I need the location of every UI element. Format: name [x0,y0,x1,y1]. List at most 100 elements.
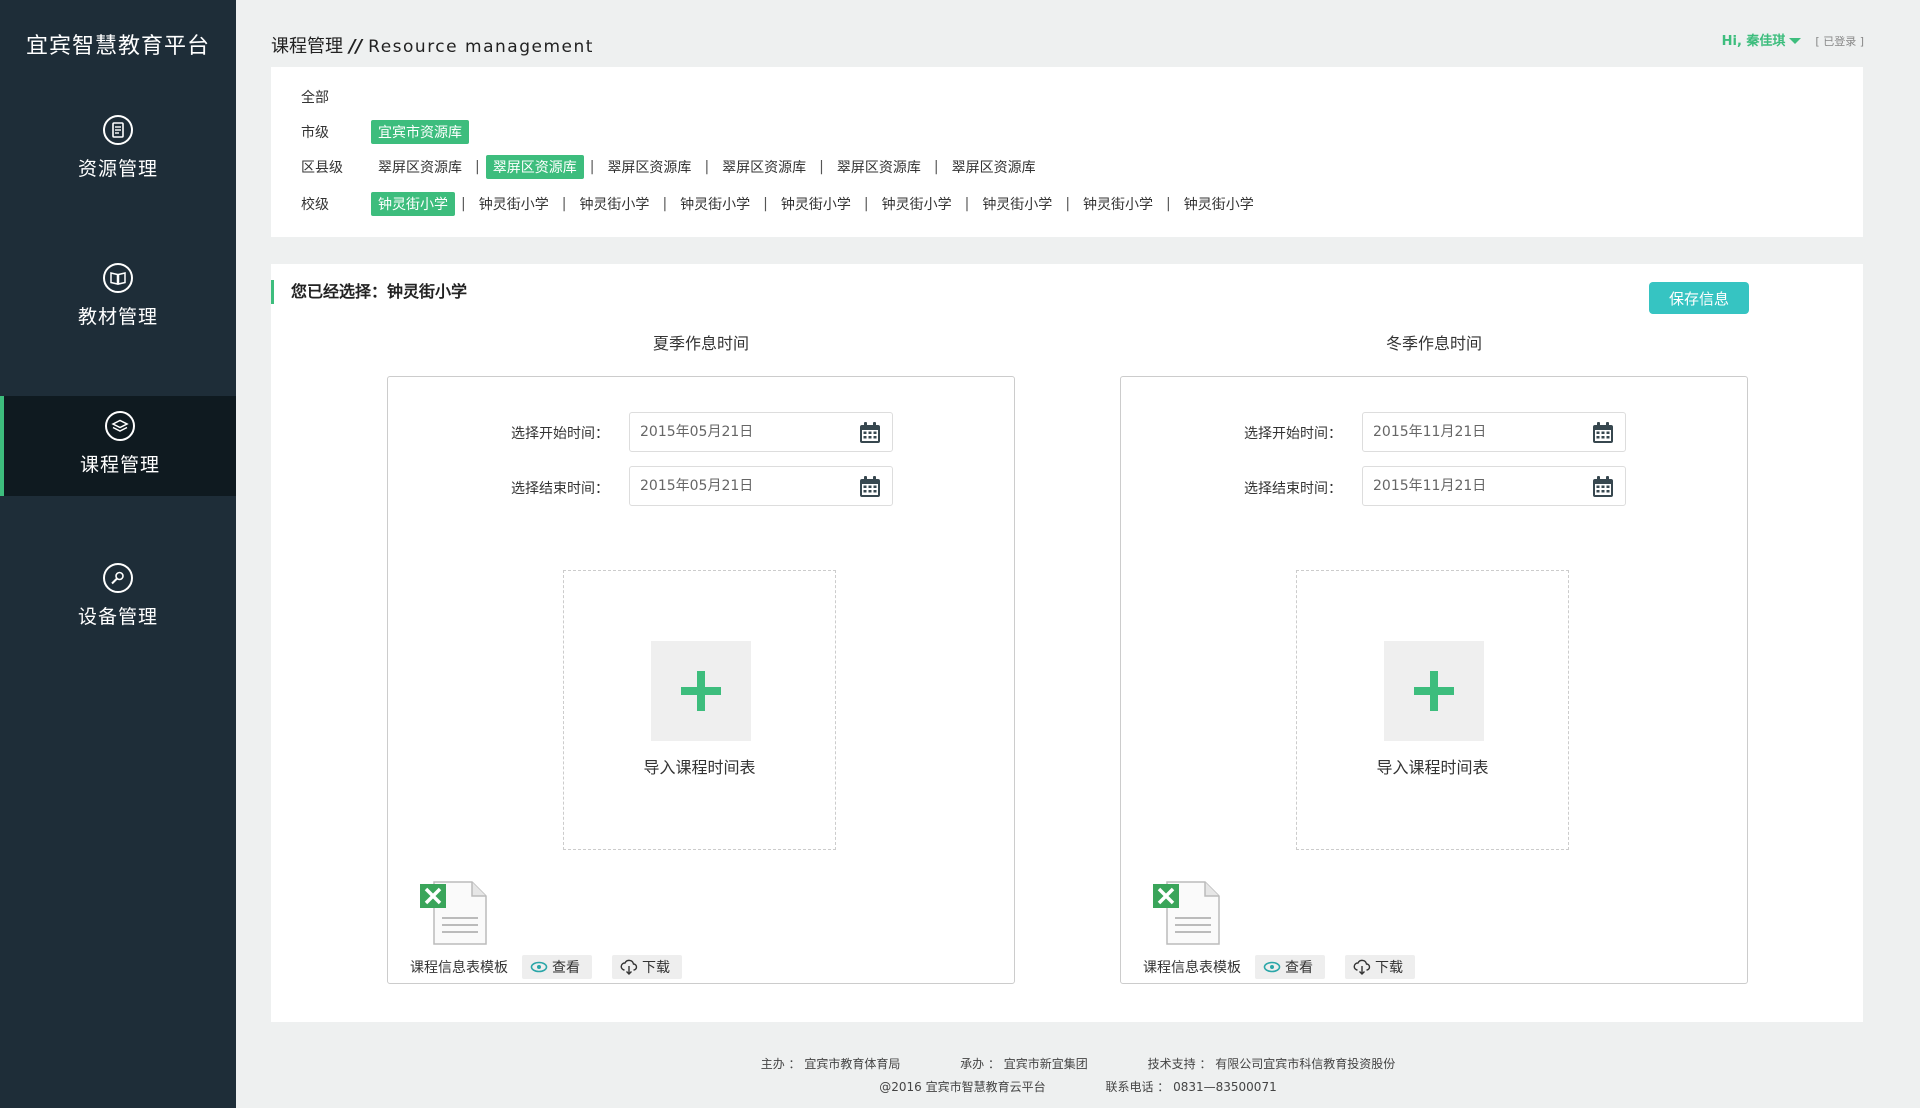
wrench-icon [103,563,133,593]
school-option[interactable]: 钟灵街小学 [1076,192,1160,216]
separator: | [1065,196,1071,212]
separator: | [461,196,466,212]
sidebar: 宜宾智慧教育平台 资源管理 教材管理 课程管理 设备管理 [0,0,236,1108]
calendar-icon[interactable] [858,421,882,445]
page-title-cn: 课程管理 [271,36,343,57]
filter-row-district: 区县级 翠屏区资源库 | 翠屏区资源库 | 翠屏区资源库 | 翠屏区资源库 | … [301,155,1043,179]
chevron-down-icon[interactable] [1789,38,1802,44]
summer-start-date-value: 2015年05月21日 [640,424,754,440]
winter-title: 冬季作息时间 [1385,334,1482,353]
summer-schedule-box: 选择开始时间： 2015年05月21日 选择结束时间： 2015年05月21日 [387,376,1015,984]
plus-icon[interactable] [651,641,751,741]
winter-start-label: 选择开始时间： [1244,426,1342,442]
winter-import-dropzone[interactable]: 导入课程时间表 [1296,570,1569,850]
summer-end-label: 选择结束时间： [511,481,609,497]
cloud-download-icon [1353,959,1371,975]
separator: | [933,159,939,175]
filter-panel: 全部 市级 宜宾市资源库 区县级 翠屏区资源库 | 翠屏区资源库 | 翠屏区资源… [271,67,1863,237]
template-name: 课程信息表模板 [1143,960,1241,976]
school-option[interactable]: 钟灵街小学 [1177,192,1261,216]
plus-icon[interactable] [1384,641,1484,741]
view-template-button[interactable]: 查看 [522,955,592,979]
layers-icon [105,411,135,441]
filter-all-label[interactable]: 全部 [301,87,371,107]
sidebar-item-course[interactable]: 课程管理 [0,396,236,496]
separator: | [964,196,970,212]
district-option-selected[interactable]: 翠屏区资源库 [485,155,584,179]
sidebar-item-label: 资源管理 [77,158,158,180]
footer-copyright: @2016 宜宾市智慧教育云平台 [879,1080,1046,1094]
summer-end-date-input[interactable]: 2015年05月21日 [629,466,893,506]
separator: | [561,196,567,212]
filter-district-label: 区县级 [301,160,343,176]
selected-school: 您已经选择：钟灵街小学 [271,280,467,304]
download-label: 下载 [1375,960,1403,976]
separator: | [1166,196,1171,212]
filter-row-all: 全部 [301,87,371,107]
excel-file-icon [1153,881,1220,945]
page-title-en: Resource management [368,37,594,57]
footer-host: 主办 ： 宜宾市教育体育局 [760,1057,901,1071]
school-option[interactable]: 钟灵街小学 [975,192,1059,216]
footer-phone: 联系电话 ： 0831—83500071 [1105,1080,1277,1094]
title-separator: // [349,36,363,57]
separator: | [589,159,595,175]
brand-logo-text: 宜宾智慧教育平台 [25,34,210,59]
winter-end-date-value: 2015年11月21日 [1373,478,1487,494]
winter-start-date-value: 2015年11月21日 [1373,424,1487,440]
footer-line-1: 主办 ： 宜宾市教育体育局 承办 ： 宜宾市新宜集团 技术支持 ： 有限公司宜宾… [236,1055,1920,1072]
sidebar-item-device[interactable]: 设备管理 [0,548,236,648]
calendar-icon[interactable] [1591,421,1615,445]
calendar-icon[interactable] [1591,475,1615,499]
district-option[interactable]: 翠屏区资源库 [945,155,1043,179]
district-option[interactable]: 翠屏区资源库 [830,155,928,179]
district-option[interactable]: 翠屏区资源库 [600,155,698,179]
school-option[interactable]: 钟灵街小学 [673,192,757,216]
winter-end-date-input[interactable]: 2015年11月21日 [1362,466,1626,506]
winter-schedule-box: 选择开始时间： 2015年11月21日 选择结束时间： 2015年11月21日 [1120,376,1748,984]
separator: | [763,196,768,212]
schedule-panel: 您已经选择：钟灵街小学 保存信息 夏季作息时间 选择开始时间： 2015年05月… [271,264,1863,1022]
winter-import-label: 导入课程时间表 [1376,758,1489,777]
summer-start-date-input[interactable]: 2015年05月21日 [629,412,893,452]
winter-end-label: 选择结束时间： [1244,481,1342,497]
summer-end-date-value: 2015年05月21日 [640,478,754,494]
book-icon [103,263,133,293]
district-option[interactable]: 翠屏区资源库 [715,155,813,179]
view-template-button[interactable]: 查看 [1255,955,1325,979]
school-option[interactable]: 钟灵街小学 [774,192,858,216]
summer-import-label: 导入课程时间表 [643,758,756,777]
filter-row-school: 校级 钟灵街小学 | 钟灵街小学 | 钟灵街小学 | 钟灵街小学 | 钟灵街小学… [301,192,1261,216]
sidebar-item-label: 课程管理 [79,454,160,476]
filter-row-city: 市级 宜宾市资源库 [301,120,469,144]
download-template-button[interactable]: 下载 [612,955,682,979]
view-label: 查看 [1285,960,1313,976]
school-option[interactable]: 钟灵街小学 [572,192,656,216]
separator: | [475,159,480,175]
separator: | [863,196,869,212]
footer-undertake: 承办 ： 宜宾市新宜集团 [960,1057,1088,1071]
school-option[interactable]: 钟灵街小学 [875,192,959,216]
sidebar-item-textbook[interactable]: 教材管理 [0,248,236,348]
user-greeting[interactable]: Hi, 秦佳琪 [1722,34,1786,49]
winter-template-row: 课程信息表模板 查看 下载 [1143,955,1435,979]
template-name: 课程信息表模板 [410,960,508,976]
summer-import-dropzone[interactable]: 导入课程时间表 [563,570,836,850]
user-menu: Hi, 秦佳琪 [ 已登录 ] [1722,30,1864,49]
download-template-button[interactable]: 下载 [1345,955,1415,979]
winter-start-date-input[interactable]: 2015年11月21日 [1362,412,1626,452]
save-button[interactable]: 保存信息 [1649,282,1749,314]
sidebar-item-label: 设备管理 [77,606,158,628]
sidebar-item-resource[interactable]: 资源管理 [0,100,236,200]
view-label: 查看 [552,960,580,976]
city-option[interactable]: 宜宾市资源库 [371,120,469,144]
footer-support: 技术支持 ： 有限公司宜宾市科信教育投资股份 [1147,1057,1396,1071]
summer-title: 夏季作息时间 [652,334,749,353]
sidebar-item-label: 教材管理 [77,306,158,328]
school-option[interactable]: 钟灵街小学 [472,192,556,216]
district-option[interactable]: 翠屏区资源库 [371,155,469,179]
calendar-icon[interactable] [858,475,882,499]
school-option-selected[interactable]: 钟灵街小学 [371,192,455,216]
login-status: [ 已登录 ] [1815,35,1864,48]
excel-file-icon [420,881,487,945]
